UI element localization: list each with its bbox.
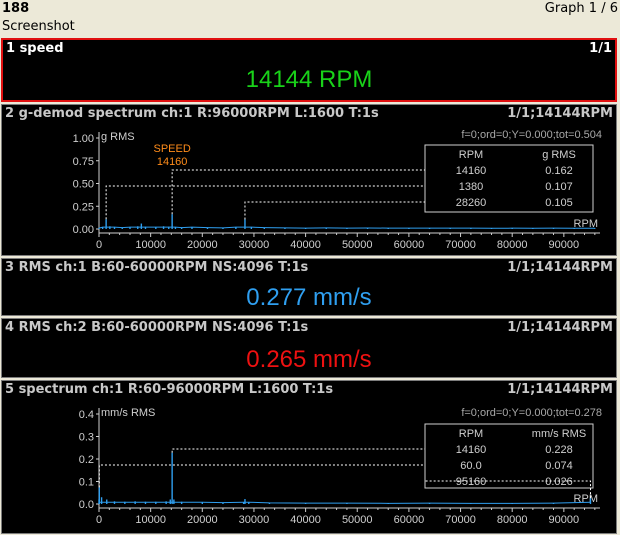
peak-table-header: g RMS xyxy=(542,149,576,161)
panel-title: 1 speed xyxy=(6,41,64,56)
x-tick-label: 40000 xyxy=(290,514,321,526)
stats-text: f=0;ord=0;Y=0.000;tot=0.278 xyxy=(461,407,602,419)
x-tick-label: 0 xyxy=(96,239,102,251)
peak-table-rpm: 14160 xyxy=(456,444,487,456)
peak-table-value: 0.107 xyxy=(545,181,573,193)
spectrum-baseline xyxy=(98,226,595,229)
x-axis-label: RPM xyxy=(574,493,598,505)
panel-spectrum[interactable]: 5 spectrum ch:1 R:60-96000RPM L:1600 T:1… xyxy=(1,380,617,534)
peak-marker-line xyxy=(105,185,425,220)
peak-table-rpm: 28260 xyxy=(456,197,487,209)
speed-value: 14144 RPM xyxy=(245,66,373,93)
screenshot-number: 188 xyxy=(2,1,30,16)
x-tick-label: 30000 xyxy=(239,514,270,526)
y-tick-label: 0.00 xyxy=(73,224,94,236)
peak-marker-line xyxy=(171,169,425,215)
spectrum-chart[interactable]: 0.0 0.1 0.2 0.3 0.4 0 10000 20000 30000 40000 5000… xyxy=(2,381,616,533)
panel-rms-ch2[interactable]: 4 RMS ch:2 B:60-60000RPM NS:4096 T:1s 1/… xyxy=(1,318,617,378)
y-tick-label: 0.3 xyxy=(79,432,94,444)
x-tick-label: 0 xyxy=(96,514,102,526)
y-tick-label: 0.2 xyxy=(79,454,94,466)
peak-table-rpm: 60.0 xyxy=(460,460,481,472)
peak-marker-line xyxy=(98,464,425,488)
panel-index: 1/1;14144RPM xyxy=(507,260,613,275)
peak-table-rpm: 1380 xyxy=(459,181,483,193)
peak-table-value: 0.162 xyxy=(545,165,573,177)
x-tick-label: 10000 xyxy=(135,514,166,526)
x-tick-label: 80000 xyxy=(497,514,528,526)
peak-table-header: mm/s RMS xyxy=(532,428,586,440)
graph-indicator: Graph 1 / 6 xyxy=(544,1,618,16)
x-tick-label: 70000 xyxy=(445,239,476,251)
peak-marker-line xyxy=(244,201,425,220)
x-tick-label: 60000 xyxy=(394,239,425,251)
peak-table-rpm: 95160 xyxy=(456,476,487,488)
rms-ch2-value: 0.265 mm/s xyxy=(246,346,372,373)
peak-table-value: 0.074 xyxy=(545,460,573,472)
y-tick-label: 1.00 xyxy=(73,133,94,145)
x-tick-label: 50000 xyxy=(342,514,373,526)
stats-text: f=0;ord=0;Y=0.000;tot=0.504 xyxy=(461,129,602,141)
peak-table-rpm: 14160 xyxy=(456,165,487,177)
x-tick-label: 90000 xyxy=(549,239,580,251)
x-tick-label: 80000 xyxy=(497,239,528,251)
rms-ch1-value: 0.277 mm/s xyxy=(246,284,372,311)
x-tick-label: 90000 xyxy=(549,514,580,526)
peak-marker-line xyxy=(171,448,425,453)
y-tick-label: 0.0 xyxy=(79,499,94,511)
x-tick-label: 70000 xyxy=(445,514,476,526)
panel-rms-ch1[interactable]: 3 RMS ch:1 B:60-60000RPM NS:4096 T:1s 1/… xyxy=(1,258,617,316)
y-tick-label: 0.1 xyxy=(79,477,94,489)
x-tick-label: 60000 xyxy=(394,514,425,526)
panel-speed[interactable]: 1 speed 1/1 14144 RPM xyxy=(1,38,617,102)
panel-title: 4 RMS ch:2 B:60-60000RPM NS:4096 T:1s xyxy=(5,320,309,335)
x-tick-label: 20000 xyxy=(187,514,218,526)
peak-table-value: 0.105 xyxy=(545,197,573,209)
peak-table-header: RPM xyxy=(459,428,483,440)
y-axis-label: g RMS xyxy=(101,131,135,143)
y-tick-label: 0.25 xyxy=(73,201,94,213)
header-subtitle: Screenshot xyxy=(2,19,75,34)
peak-table-value: 0.026 xyxy=(545,476,573,488)
speed-annotation: SPEED xyxy=(153,143,190,155)
x-tick-label: 30000 xyxy=(239,239,270,251)
y-tick-label: 0.50 xyxy=(73,179,94,191)
panel-gdemod-spectrum[interactable]: 2 g-demod spectrum ch:1 R:96000RPM L:160… xyxy=(1,104,617,256)
speed-annotation: 14160 xyxy=(157,156,188,168)
panel-title: 3 RMS ch:1 B:60-60000RPM NS:4096 T:1s xyxy=(5,260,309,275)
x-tick-label: 20000 xyxy=(187,239,218,251)
panel-index: 1/1 xyxy=(589,41,612,56)
y-tick-label: 0.75 xyxy=(73,156,94,168)
top-header: 188 Screenshot Graph 1 / 6 xyxy=(0,0,620,38)
x-tick-label: 10000 xyxy=(135,239,166,251)
gdemod-spectrum-chart[interactable]: 0.00 0.25 0.50 0.75 1.00 0 10000 20000 30000 4000… xyxy=(2,105,616,255)
y-tick-label: 0.4 xyxy=(79,409,94,421)
y-axis-label: mm/s RMS xyxy=(101,407,155,419)
x-tick-label: 40000 xyxy=(290,239,321,251)
panel-index: 1/1;14144RPM xyxy=(507,320,613,335)
x-tick-label: 50000 xyxy=(342,239,373,251)
peak-table-header: RPM xyxy=(459,149,483,161)
peak-table-value: 0.228 xyxy=(545,444,573,456)
